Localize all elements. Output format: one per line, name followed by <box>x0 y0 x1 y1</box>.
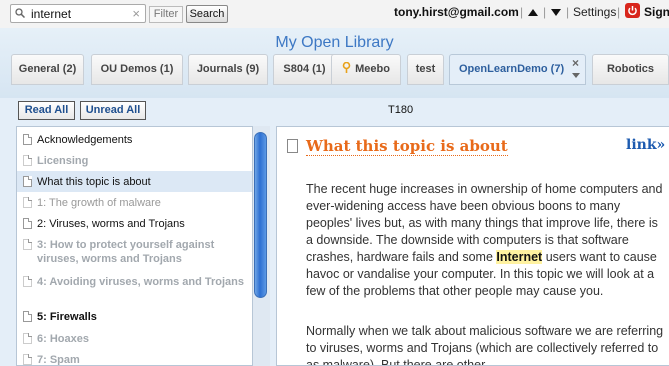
document-icon <box>23 218 32 229</box>
list-item[interactable]: 4: Avoiding viruses, worms and Trojans <box>17 272 252 306</box>
tab-ou-demos[interactable]: OU Demos (1) <box>91 54 183 85</box>
move-up-icon[interactable] <box>528 9 538 16</box>
move-down-icon[interactable] <box>551 9 561 16</box>
list-item[interactable]: 5: Firewalls <box>17 307 252 327</box>
list-item-label: 5: Firewalls <box>37 311 97 323</box>
document-icon <box>23 197 32 208</box>
chevron-down-icon[interactable] <box>571 73 581 78</box>
list-item-label: 3: How to protect yourself against virus… <box>37 239 215 265</box>
document-icon <box>23 155 32 166</box>
divider: | <box>520 5 524 19</box>
article-paragraph: The recent huge increases in ownership o… <box>306 181 666 300</box>
tab-general[interactable]: General (2) <box>11 54 84 85</box>
tab-meebo-label: Meebo <box>355 63 390 75</box>
list-item-label: 7: Spam <box>37 354 80 366</box>
feed-title: T180 <box>388 104 414 116</box>
list-item[interactable]: Licensing <box>17 151 252 171</box>
document-icon <box>23 176 32 187</box>
document-icon <box>23 354 32 365</box>
document-icon <box>23 333 32 344</box>
article-link[interactable]: link» <box>626 137 665 153</box>
unread-all-button[interactable]: Unread All <box>80 101 146 120</box>
search-icon <box>15 8 25 18</box>
tab-openlearndemo[interactable]: OpenLearnDemo (7) × <box>449 54 586 85</box>
list-item-label: 4: Avoiding viruses, worms and Trojans <box>37 276 245 288</box>
list-item[interactable]: 1: The growth of malware <box>17 193 252 213</box>
search-highlight: Internet <box>496 250 543 264</box>
account-email: tony.hirst@gmail.com <box>394 5 519 19</box>
document-icon <box>23 276 32 287</box>
top-bar: × Filter Search tony.hirst@gmail.com | |… <box>0 0 669 28</box>
list-item[interactable]: 7: Spam <box>17 350 252 366</box>
list-item-label: Licensing <box>37 155 89 167</box>
list-item-label: Acknowledgements <box>37 134 133 146</box>
divider: | <box>566 5 570 19</box>
list-item[interactable]: 3: How to protect yourself against virus… <box>17 235 252 271</box>
sign-out-link[interactable]: Sign <box>644 5 669 19</box>
article-pane: What this topic is about link» The recen… <box>276 126 669 366</box>
read-all-button[interactable]: Read All <box>18 101 75 120</box>
list-item-label: What this topic is about <box>37 176 151 188</box>
list-item[interactable]: Acknowledgements <box>17 130 252 150</box>
tab-robotics[interactable]: Robotics <box>592 54 669 85</box>
divider: | <box>543 5 547 19</box>
page-title: My Open Library <box>275 34 394 51</box>
search-field[interactable]: × <box>10 4 146 23</box>
tab-journals[interactable]: Journals (9) <box>188 54 268 85</box>
tab-openlearndemo-label: OpenLearnDemo (7) <box>459 63 565 75</box>
scrollbar-thumb[interactable] <box>254 132 267 298</box>
meebo-icon <box>342 62 351 73</box>
divider: | <box>617 5 621 19</box>
clear-search-icon[interactable]: × <box>132 6 140 21</box>
list-item-label: 6: Hoaxes <box>37 333 89 345</box>
filter-button[interactable]: Filter <box>149 6 183 23</box>
document-icon <box>23 239 32 250</box>
article-paragraph: Normally when we talk about malicious so… <box>306 324 664 366</box>
tab-meebo[interactable]: Meebo <box>331 54 401 85</box>
tab-test[interactable]: test <box>407 54 444 85</box>
header: My Open Library General (2) OU Demos (1)… <box>0 28 669 98</box>
document-icon <box>23 134 32 145</box>
list-item[interactable]: 2: Viruses, worms and Trojans <box>17 214 252 234</box>
list-item[interactable]: 6: Hoaxes <box>17 329 252 349</box>
list-item[interactable]: What this topic is about <box>17 171 252 192</box>
search-input[interactable] <box>31 6 131 21</box>
item-list: Acknowledgements Licensing What this top… <box>16 126 252 366</box>
list-item-label: 2: Viruses, worms and Trojans <box>37 218 185 230</box>
document-icon <box>287 139 298 153</box>
power-icon[interactable] <box>625 3 640 18</box>
article-title[interactable]: What this topic is about <box>306 137 508 156</box>
document-icon <box>23 311 32 322</box>
search-button[interactable]: Search <box>186 5 228 23</box>
settings-link[interactable]: Settings <box>573 5 616 19</box>
list-item-label: 1: The growth of malware <box>37 197 161 209</box>
tab-s804[interactable]: S804 (1) <box>273 54 336 85</box>
